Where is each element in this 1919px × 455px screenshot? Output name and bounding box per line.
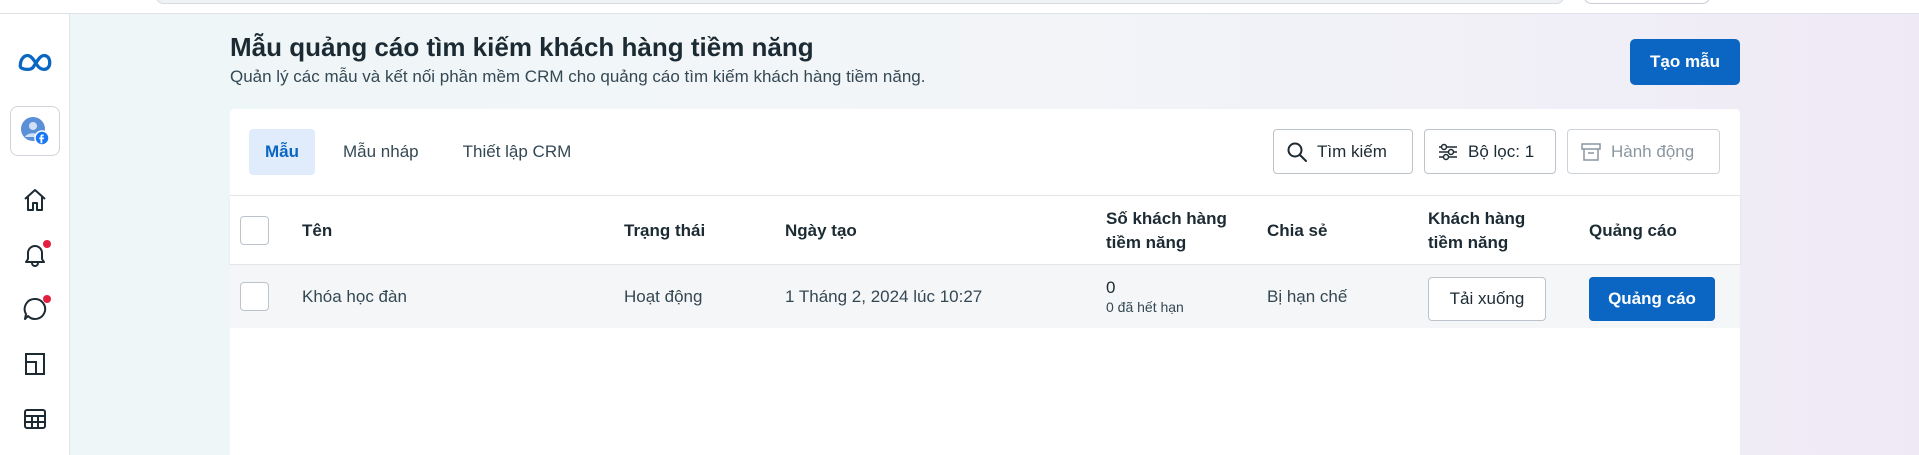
column-leads-line2: tiềm năng	[1106, 233, 1187, 252]
row-checkbox[interactable]	[240, 282, 269, 311]
templates-card: Mẫu Mẫu nháp Thiết lập CRM Tìm kiếm Bộ l…	[230, 109, 1740, 455]
column-download: Khách hàng tiềm năng	[1428, 196, 1525, 266]
table-header: Tên Trạng thái Ngày tạo Số khách hàng ti…	[230, 195, 1740, 265]
table-row[interactable]: Khóa học đàn Hoạt động 1 Tháng 2, 2024 l…	[230, 266, 1740, 328]
search-button[interactable]: Tìm kiếm	[1273, 129, 1413, 174]
bell-icon[interactable]	[17, 236, 53, 272]
tab-bar: Mẫu Mẫu nháp Thiết lập CRM	[249, 129, 599, 175]
pages-icon[interactable]	[17, 346, 53, 382]
row-sharing: Bị hạn chế	[1267, 287, 1348, 306]
left-nav-rail	[0, 14, 70, 455]
row-leads-expired: 0 đã hết hạn	[1106, 299, 1184, 315]
actions-button[interactable]: Hành động	[1567, 129, 1720, 174]
tab-templates[interactable]: Mẫu	[249, 129, 315, 175]
column-download-line1: Khách hàng	[1428, 209, 1526, 228]
column-download-line2: tiềm năng	[1428, 233, 1509, 252]
page-title: Mẫu quảng cáo tìm kiếm khách hàng tiềm n…	[230, 32, 814, 62]
row-leads-count: 0	[1106, 278, 1116, 297]
search-icon	[1287, 142, 1307, 162]
actions-button-label: Hành động	[1611, 141, 1695, 161]
download-button[interactable]: Tải xuống	[1428, 277, 1546, 321]
row-leads: 0 0 đã hết hạn	[1106, 266, 1184, 328]
tab-drafts[interactable]: Mẫu nháp	[327, 129, 435, 175]
tab-crm-setup[interactable]: Thiết lập CRM	[447, 129, 588, 175]
filter-button-label: Bộ lọc: 1	[1468, 141, 1535, 161]
account-icon	[21, 117, 50, 146]
column-sharing[interactable]: Chia sẻ	[1267, 196, 1327, 266]
address-bar[interactable]	[155, 0, 1565, 4]
column-leads[interactable]: Số khách hàng tiềm năng	[1106, 196, 1227, 266]
archive-icon	[1581, 142, 1601, 161]
notification-dot	[43, 240, 51, 248]
meta-logo-icon[interactable]	[17, 44, 53, 80]
column-ads: Quảng cáo	[1589, 221, 1677, 240]
top-right-control[interactable]	[1583, 0, 1711, 4]
column-leads-line1: Số khách hàng	[1106, 209, 1227, 228]
home-icon[interactable]	[17, 182, 53, 218]
create-template-button[interactable]: Tạo mẫu	[1630, 39, 1740, 85]
column-created[interactable]: Ngày tạo	[785, 196, 857, 266]
column-status[interactable]: Trạng thái	[624, 196, 705, 266]
column-name[interactable]: Tên	[302, 196, 332, 266]
row-status: Hoạt động	[624, 287, 703, 306]
account-switcher[interactable]	[10, 106, 60, 156]
select-all-checkbox[interactable]	[240, 216, 269, 245]
filter-button[interactable]: Bộ lọc: 1	[1424, 129, 1556, 174]
row-name[interactable]: Khóa học đàn	[302, 266, 407, 328]
ads-button[interactable]: Quảng cáo	[1589, 277, 1715, 321]
browser-top-strip	[0, 0, 1919, 14]
chat-notification-dot	[43, 295, 51, 303]
page-subtitle: Quản lý các mẫu và kết nối phần mềm CRM …	[230, 67, 926, 86]
chat-icon[interactable]	[17, 291, 53, 327]
search-button-label: Tìm kiếm	[1317, 141, 1387, 161]
table-icon[interactable]	[17, 401, 53, 437]
filter-icon	[1439, 143, 1457, 160]
row-created: 1 Tháng 2, 2024 lúc 10:27	[785, 287, 983, 306]
